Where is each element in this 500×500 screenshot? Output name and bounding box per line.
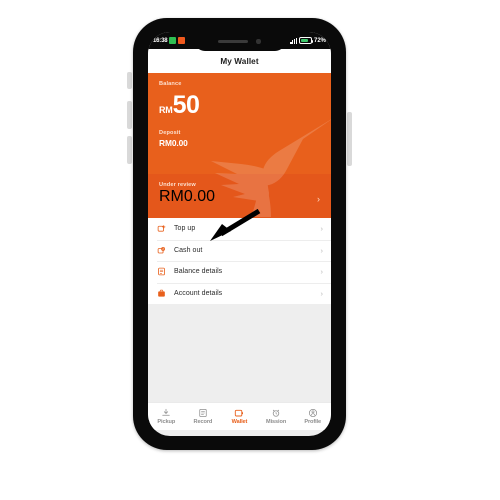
menu-item-label: Cash out [174,246,203,254]
volume-up-button[interactable] [127,101,132,129]
card-content: Balance RM 50 Deposit RM0.00 [159,81,320,148]
tab-label: Profile [304,419,322,426]
phone-notch [193,32,286,51]
phone-frame: 16:38 72% My Wallet Balance RM 50 Deposi… [133,18,346,450]
pickup-tray-icon [162,408,170,416]
tab-label: Wallet [231,419,248,426]
tab-record[interactable]: Record [185,403,222,430]
chevron-right-icon: › [320,288,324,298]
profile-user-icon [308,408,317,417]
wallet-menu-list: Top up › Cash out › Balance details › Ac… [148,218,331,304]
top-up-icon [157,225,166,232]
silent-switch-button[interactable] [127,72,132,89]
empty-content-area [148,304,331,402]
bottom-tab-bar: Pickup Record Wallet Mission Profile [148,402,331,430]
balance-card: Balance RM 50 Deposit RM0.00 Under revie… [148,73,331,218]
chevron-right-icon: › [320,267,324,277]
balance-label: Balance [159,81,182,87]
account-details-icon [158,289,165,297]
mission-alarm-icon [272,409,280,417]
power-button[interactable] [347,112,352,166]
tab-pickup[interactable]: Pickup [148,403,185,430]
under-review-row[interactable]: Under review RM0.00 › [148,174,331,218]
page-title: My Wallet [220,56,259,66]
menu-item-balance-details[interactable]: Balance details › [148,261,331,283]
status-app-chip-1 [169,37,177,44]
earpiece-speaker-icon [218,39,249,44]
screenshot-canvas: 16:38 72% My Wallet Balance RM 50 Deposi… [0,0,500,500]
signal-bars-icon [290,37,297,44]
phone-screen: 16:38 72% My Wallet Balance RM 50 Deposi… [148,32,331,436]
menu-item-label: Account details [174,289,223,297]
app-header: My Wallet [148,49,331,73]
menu-item-label: Top up [174,225,196,233]
cash-out-icon [157,246,166,254]
status-bar-right: 72% [290,37,326,44]
deposit-block: Deposit RM0.00 [159,130,320,148]
status-app-chip-2 [178,37,186,44]
wallet-icon [235,409,244,417]
deposit-label: Deposit [159,129,181,136]
tab-label: Record [193,419,213,426]
under-review-value: RM0.00 [159,188,216,205]
front-camera-icon [256,39,261,44]
status-bar-left: 16:38 [153,37,186,44]
chevron-right-icon: › [320,224,324,234]
balance-details-icon [158,267,165,276]
tab-profile[interactable]: Profile [294,403,331,430]
deposit-value: RM0.00 [159,137,188,148]
status-clock: 16:38 [153,37,168,44]
chevron-right-icon: › [320,245,324,255]
balance-amount: 50 [172,91,200,119]
tab-mission[interactable]: Mission [258,403,295,430]
chevron-right-icon: › [317,194,320,204]
balance-currency: RM [159,105,173,115]
balance-amount-row: RM 50 [159,91,320,119]
tab-wallet[interactable]: Wallet [221,403,258,430]
record-doc-icon [199,408,207,417]
volume-down-button[interactable] [127,136,132,164]
under-review-text: Under review RM0.00 [159,182,215,206]
battery-percent: 72% [313,37,326,44]
tab-label: Mission [266,419,287,426]
menu-item-label: Balance details [174,268,223,276]
battery-icon [298,37,313,44]
menu-item-cash-out[interactable]: Cash out › [148,239,331,262]
tab-label: Pickup [157,419,176,426]
menu-item-account-details[interactable]: Account details › [148,282,331,305]
menu-item-top-up[interactable]: Top up › [148,218,331,240]
